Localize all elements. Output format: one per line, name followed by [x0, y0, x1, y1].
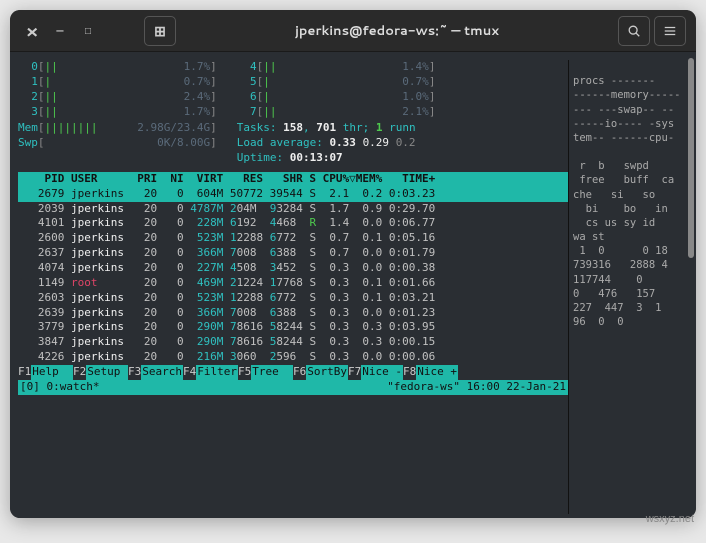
process-row[interactable]: 4074 jperkins 20 0 227M 4508 3452 S 0.3 …: [18, 261, 568, 276]
terminal-content[interactable]: 0[|| 1.7%] 1[| 0.7%] 2[|| 2.4%] 3[|| 1.7…: [10, 52, 696, 518]
process-row[interactable]: 2639 jperkins 20 0 366M 7008 6388 S 0.3 …: [18, 306, 568, 321]
fkey-label[interactable]: Filter: [196, 365, 238, 380]
process-row[interactable]: 2600 jperkins 20 0 523M 12288 6772 S 0.7…: [18, 231, 568, 246]
process-row[interactable]: 2679 jperkins 20 0 604M 50772 39544 S 2.…: [18, 187, 568, 202]
fkey-label[interactable]: Nice +: [416, 365, 458, 380]
new-tab-button[interactable]: ⊞: [144, 16, 176, 46]
process-header[interactable]: PID USER PRI NI VIRT RES SHR S CPU%▽MEM%…: [18, 172, 568, 187]
htop-pane: 0[|| 1.7%] 1[| 0.7%] 2[|| 2.4%] 3[|| 1.7…: [18, 60, 568, 514]
fkey-f2[interactable]: F2: [73, 365, 86, 380]
fkey-f4[interactable]: F4: [183, 365, 196, 380]
cpu-meters: 0[|| 1.7%] 1[| 0.7%] 2[|| 2.4%] 3[|| 1.7…: [18, 60, 568, 119]
fkey-label[interactable]: Search: [141, 365, 183, 380]
maximize-button[interactable]: □: [76, 19, 100, 43]
fkey-label[interactable]: Help: [31, 365, 73, 380]
process-row[interactable]: 4226 jperkins 20 0 216M 3060 2596 S 0.3 …: [18, 350, 568, 365]
window-title: jperkins@fedora-ws:~ — tmux: [178, 22, 616, 40]
fkey-label[interactable]: Setup: [86, 365, 128, 380]
minimize-button[interactable]: —: [48, 19, 72, 43]
process-row[interactable]: 4101 jperkins 20 0 228M 6192 4468 R 1.4 …: [18, 216, 568, 231]
process-row[interactable]: 3847 jperkins 20 0 290M 78616 58244 S 0.…: [18, 335, 568, 350]
menu-button[interactable]: [654, 16, 686, 46]
search-icon: [627, 24, 641, 38]
fkey-f8[interactable]: F8: [403, 365, 416, 380]
fkey-f7[interactable]: F7: [348, 365, 361, 380]
vmstat-pane: procs ------- ------memory----- --- ---s…: [568, 60, 688, 514]
fkey-f3[interactable]: F3: [128, 365, 141, 380]
tmux-clock: "fedora-ws" 16:00 22-Jan-21: [387, 380, 566, 395]
fkey-label[interactable]: Nice -: [361, 365, 403, 380]
fkey-f6[interactable]: F6: [293, 365, 306, 380]
fkey-f1[interactable]: F1: [18, 365, 31, 380]
fkey-f5[interactable]: F5: [238, 365, 251, 380]
process-row[interactable]: 2039 jperkins 20 0 4787M 204M 93284 S 1.…: [18, 202, 568, 217]
fkey-label[interactable]: SortBy: [306, 365, 348, 380]
function-key-bar: F1Help F2Setup F3SearchF4FilterF5Tree F6…: [18, 365, 568, 380]
process-row[interactable]: 2637 jperkins 20 0 366M 7008 6388 S 0.7 …: [18, 246, 568, 261]
process-row[interactable]: 3779 jperkins 20 0 290M 78616 58244 S 0.…: [18, 320, 568, 335]
close-button[interactable]: ×: [20, 19, 44, 43]
hamburger-icon: [663, 24, 677, 38]
scrollbar[interactable]: [688, 58, 694, 258]
fkey-label[interactable]: Tree: [251, 365, 293, 380]
titlebar: × — □ ⊞ jperkins@fedora-ws:~ — tmux: [10, 10, 696, 52]
mem-swap-meters: Mem[|||||||| 2.98G/23.4G]Swp[ 0K/8.00G] …: [18, 121, 568, 166]
process-row[interactable]: 1149 root 20 0 469M 21224 17768 S 0.3 0.…: [18, 276, 568, 291]
process-row[interactable]: 2603 jperkins 20 0 523M 12288 6772 S 0.3…: [18, 291, 568, 306]
tmux-session: [0] 0:watch*: [20, 380, 99, 395]
terminal-window: × — □ ⊞ jperkins@fedora-ws:~ — tmux 0[||…: [10, 10, 696, 518]
search-button[interactable]: [618, 16, 650, 46]
watermark: wsxyz.net: [646, 513, 694, 525]
process-list[interactable]: 2679 jperkins 20 0 604M 50772 39544 S 2.…: [18, 187, 568, 365]
tmux-status-bar: [0] 0:watch* "fedora-ws" 16:00 22-Jan-21: [18, 380, 568, 395]
